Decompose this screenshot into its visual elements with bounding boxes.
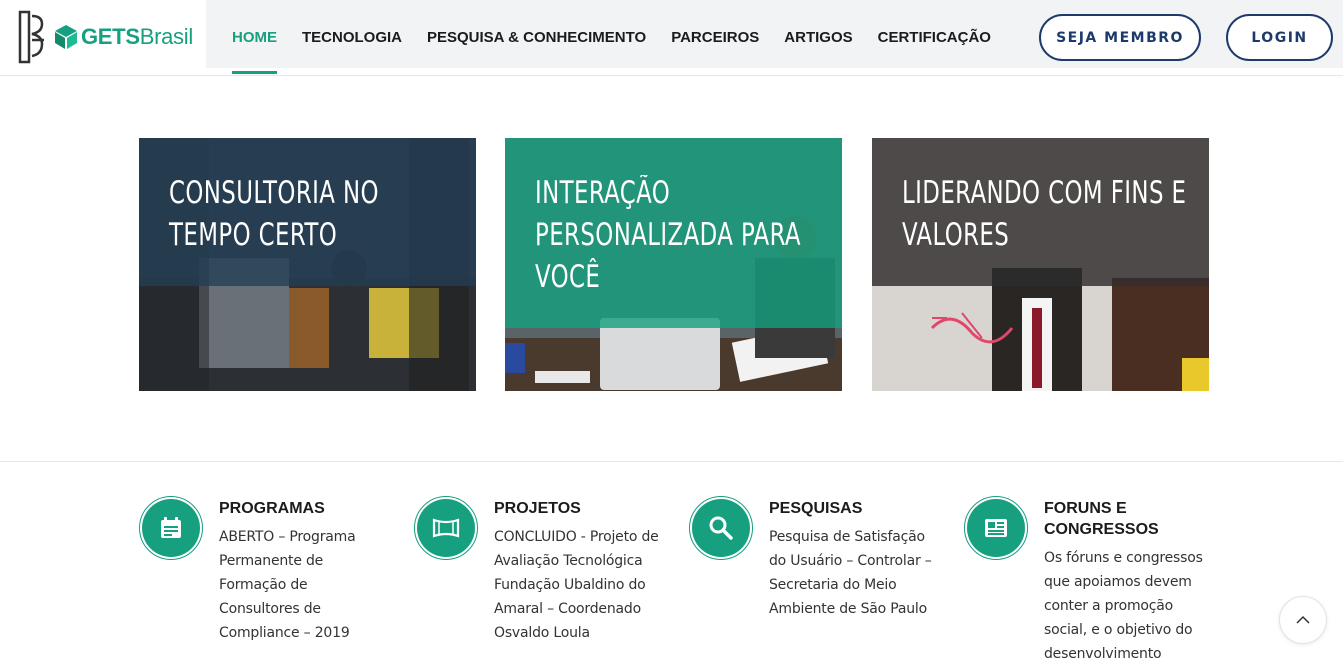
card-title: LIDERANDO COM FINS E VALORES — [902, 175, 1187, 253]
feature-title[interactable]: PROGRAMAS — [219, 498, 389, 519]
feature-icon-ring[interactable] — [139, 496, 203, 560]
chevron-up-icon — [1296, 615, 1310, 624]
card-title: INTERAÇÃO PERSONALIZADA PARA VOCÊ — [535, 175, 801, 295]
main-nav: HOME TECNOLOGIA PESQUISA & CONHECIMENTO … — [232, 0, 1016, 76]
map-icon — [432, 518, 460, 538]
calendar-icon — [161, 517, 181, 538]
nav-item-pesquisa-conhecimento[interactable]: PESQUISA & CONHECIMENTO — [427, 0, 646, 76]
card-liderando[interactable]: LIDERANDO COM FINS E VALORES — [872, 138, 1209, 391]
card-title: CONSULTORIA NO TEMPO CERTO — [169, 175, 379, 253]
newspaper-icon — [985, 519, 1007, 537]
feature-text[interactable]: Os fóruns e congressos que apoiamos deve… — [1044, 546, 1214, 666]
nav-item-certificacao[interactable]: CERTIFICAÇÃO — [878, 0, 991, 76]
card-consultoria[interactable]: CONSULTORIA NO TEMPO CERTO — [139, 138, 476, 391]
search-icon — [709, 516, 733, 540]
section-divider — [0, 461, 1343, 462]
feature-title[interactable]: PROJETOS — [494, 498, 664, 519]
login-button[interactable]: LOGIN — [1226, 14, 1333, 61]
feature-text[interactable]: CONCLUIDO - Projeto de Avaliação Tecnoló… — [494, 525, 664, 645]
nav-item-home[interactable]: HOME — [232, 0, 277, 76]
feature-icon-ring[interactable] — [414, 496, 478, 560]
feature-text[interactable]: Pesquisa de Satisfação do Usuário – Cont… — [769, 525, 939, 621]
seja-membro-button[interactable]: SEJA MEMBRO — [1039, 14, 1201, 61]
feature-icon-ring[interactable] — [964, 496, 1028, 560]
logo-wordmark: GETSBrasil — [81, 24, 193, 49]
feature-title[interactable]: FORUNS E CONGRESSOS — [1044, 498, 1214, 540]
nav-item-parceiros[interactable]: PARCEIROS — [671, 0, 759, 76]
site-header: GETSBrasil HOME TECNOLOGIA PESQUISA & CO… — [0, 0, 1343, 76]
nav-item-artigos[interactable]: ARTIGOS — [784, 0, 852, 76]
card-interacao[interactable]: INTERAÇÃO PERSONALIZADA PARA VOCÊ — [505, 138, 842, 391]
site-logo[interactable]: GETSBrasil — [18, 6, 206, 68]
feature-icon-ring[interactable] — [689, 496, 753, 560]
feature-title[interactable]: PESQUISAS — [769, 498, 939, 519]
gets-cube-icon — [55, 25, 77, 49]
scroll-to-top-button[interactable] — [1279, 596, 1327, 644]
feature-text[interactable]: ABERTO – Programa Permanente de Formação… — [219, 525, 389, 645]
nav-item-tecnologia[interactable]: TECNOLOGIA — [302, 0, 402, 76]
isf-logo-mark-icon — [18, 10, 44, 64]
